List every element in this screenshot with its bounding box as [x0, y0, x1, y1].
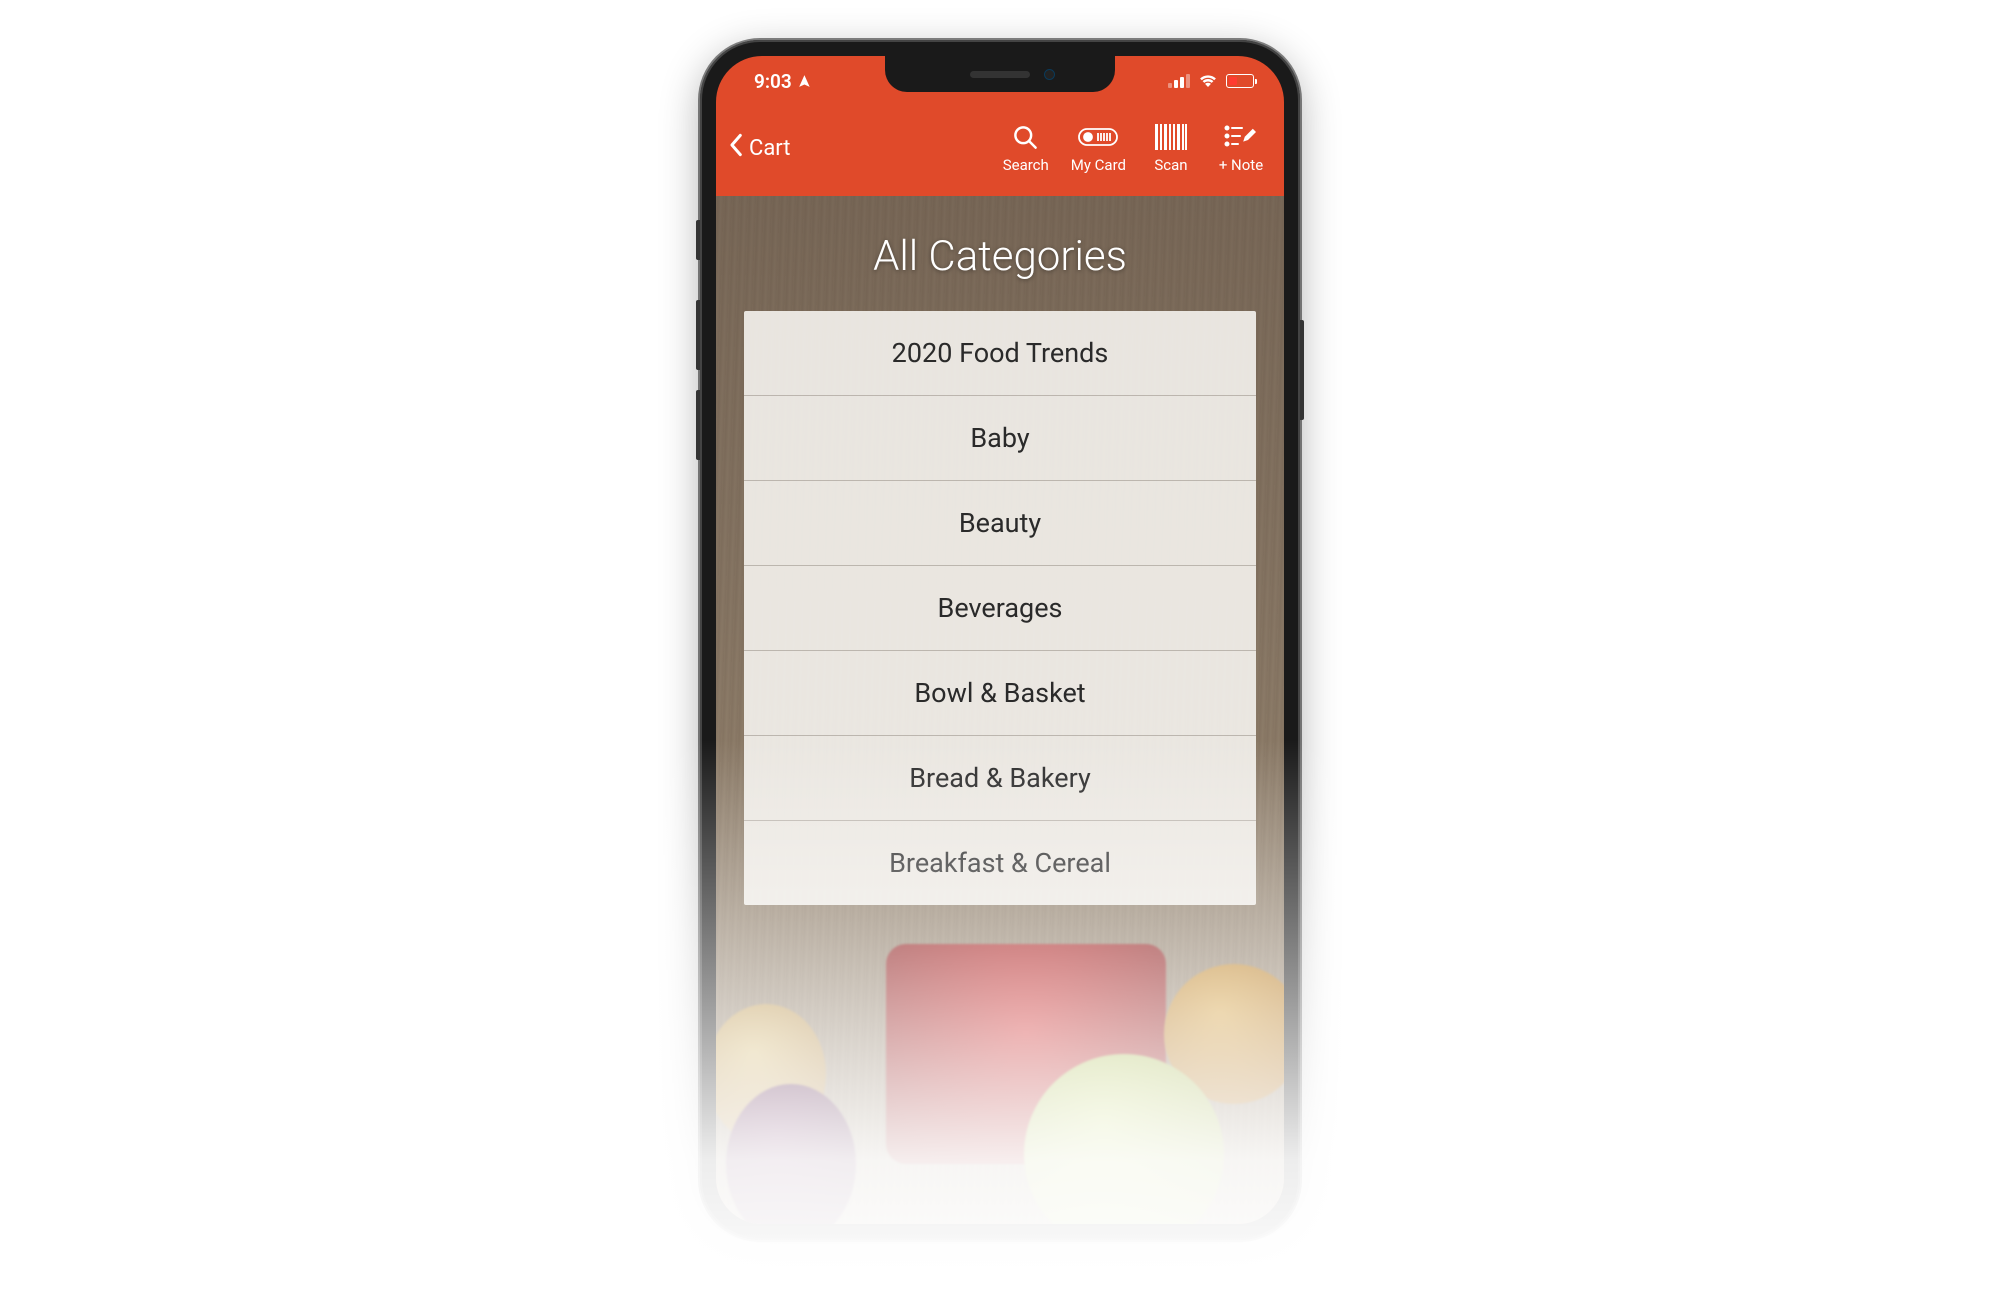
add-note-label: + Note [1219, 156, 1263, 174]
nav-bar: Cart Search [716, 106, 1284, 196]
front-camera [1044, 69, 1055, 80]
category-item[interactable]: 2020 Food Trends [744, 311, 1256, 396]
chevron-left-icon [728, 133, 743, 163]
category-item[interactable]: Baby [744, 396, 1256, 481]
screen: 9:03 [716, 56, 1284, 1224]
nav-actions: Search My Card [1001, 122, 1266, 174]
status-right [1168, 72, 1254, 91]
categories-list: 2020 Food Trends Baby Beauty Beverages B… [744, 311, 1256, 905]
card-icon [1078, 122, 1118, 152]
cellular-icon [1168, 74, 1190, 88]
battery-icon [1226, 74, 1254, 88]
phone-volume-down [696, 390, 700, 460]
phone-mute-switch [696, 220, 700, 260]
notch [885, 56, 1115, 92]
phone-volume-up [696, 300, 700, 370]
speaker-grill [970, 71, 1030, 78]
category-item[interactable]: Beverages [744, 566, 1256, 651]
search-button[interactable]: Search [1001, 122, 1051, 174]
location-icon [798, 70, 812, 93]
note-icon [1224, 122, 1258, 152]
page-title: All Categories [716, 196, 1284, 311]
content-area: All Categories 2020 Food Trends Baby Bea… [716, 196, 1284, 1224]
my-card-label: My Card [1071, 156, 1126, 174]
category-item[interactable]: Breakfast & Cereal [744, 821, 1256, 905]
add-note-button[interactable]: + Note [1216, 122, 1266, 174]
phone-frame: 9:03 [700, 40, 1300, 1240]
status-time: 9:03 [754, 70, 792, 93]
scan-button[interactable]: Scan [1146, 122, 1196, 174]
search-icon [1012, 122, 1039, 152]
category-item[interactable]: Bowl & Basket [744, 651, 1256, 736]
phone-power-button [1300, 320, 1304, 420]
search-label: Search [1003, 156, 1049, 174]
back-label: Cart [749, 136, 790, 161]
category-item[interactable]: Beauty [744, 481, 1256, 566]
category-item[interactable]: Bread & Bakery [744, 736, 1256, 821]
scan-label: Scan [1154, 156, 1187, 174]
my-card-button[interactable]: My Card [1071, 122, 1126, 174]
back-button[interactable]: Cart [728, 133, 790, 163]
status-left: 9:03 [754, 70, 812, 93]
wifi-icon [1198, 72, 1218, 91]
barcode-icon [1155, 122, 1187, 152]
